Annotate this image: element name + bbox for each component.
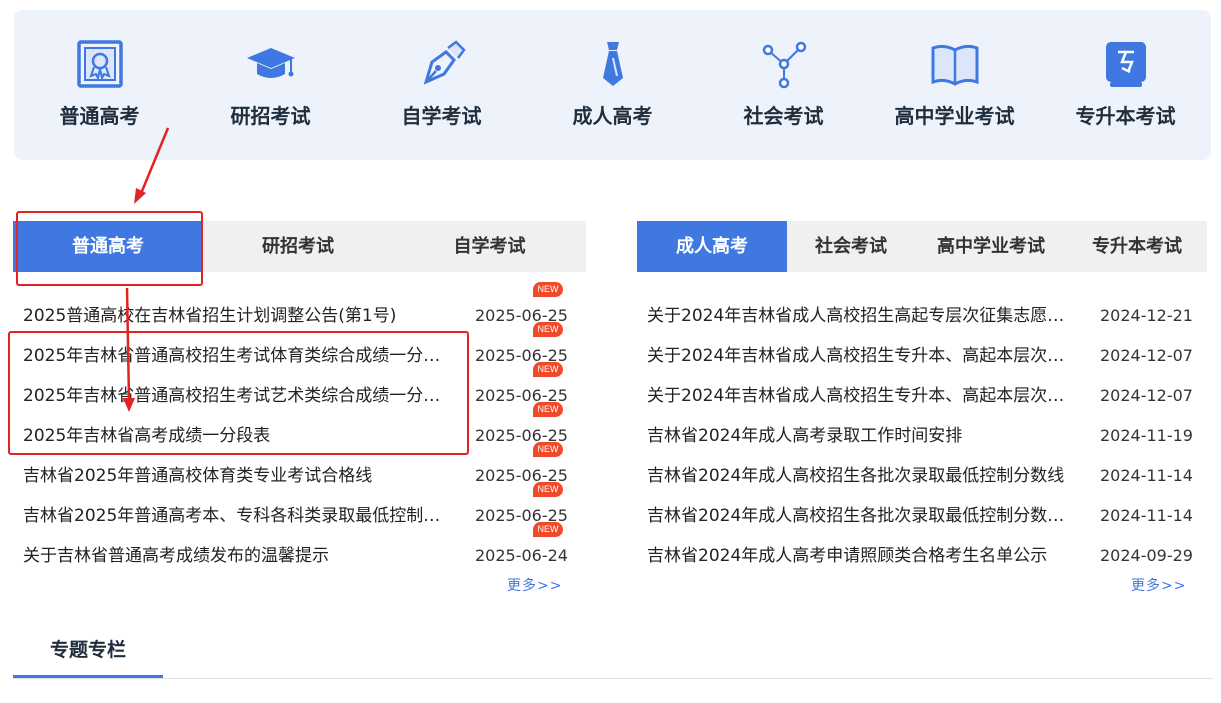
list-item[interactable]: 吉林省2025年普通高考本、专科各科类录取最低控制分数线 NEW 2025-06… <box>23 480 568 526</box>
new-badge: NEW <box>533 522 563 537</box>
nav-item-gaokao[interactable]: 普通高考 <box>14 10 185 160</box>
list-item[interactable]: 2025年吉林省高考成绩一分段表 NEW 2025-06-25 <box>23 400 568 446</box>
right-news-list: 关于2024年吉林省成人高校招生高起专层次征集志愿的公告 2024-12-21 … <box>647 280 1193 570</box>
list-item[interactable]: 关于2024年吉林省成人高校招生高起专层次征集志愿的公告 2024-12-21 <box>647 280 1193 326</box>
nav-label: 专升本考试 <box>1075 104 1176 128</box>
nav-item-gaozhong[interactable]: 高中学业考试 <box>869 10 1040 160</box>
more-link-left[interactable]: 更多>> <box>507 575 562 595</box>
tab-chengren[interactable]: 成人高考 <box>637 221 787 272</box>
nav-label: 普通高考 <box>59 104 140 128</box>
news-title[interactable]: 关于吉林省普通高考成绩发布的温馨提示 <box>23 546 443 566</box>
nav-label: 成人高考 <box>572 104 653 128</box>
section-divider <box>13 678 1213 679</box>
new-badge: NEW <box>533 402 563 417</box>
tab-zhuanshengben[interactable]: 专升本考试 <box>1067 221 1207 272</box>
list-item[interactable]: 关于2024年吉林省成人高校招生专升本、高起本层次征集志愿 2024-12-07 <box>647 320 1193 366</box>
pen-icon <box>423 40 466 85</box>
list-item[interactable]: 关于2024年吉林省成人高校招生专升本、高起本层次录取情况 2024-12-07 <box>647 360 1193 406</box>
new-badge: NEW <box>533 362 563 377</box>
nav-item-zhuanshengben[interactable]: 专升本考试 <box>1040 10 1211 160</box>
news-date: 2024-09-29 <box>1100 546 1193 565</box>
annotation-arrow-head <box>134 188 146 204</box>
tab-gaozhong[interactable]: 高中学业考试 <box>915 221 1067 272</box>
tie-icon <box>602 42 623 86</box>
new-badge: NEW <box>533 442 563 457</box>
zhuan-book-icon <box>1105 42 1146 87</box>
left-news-list: 2025普通高校在吉林省招生计划调整公告(第1号) NEW 2025-06-25… <box>23 280 568 570</box>
exam-category-nav: 普通高考 研招考试 自学考试 成人高考 社会考试 高中学业考试 专升本考试 <box>14 10 1211 160</box>
book-icon <box>931 44 978 86</box>
tab-zixue[interactable]: 自学考试 <box>393 221 586 272</box>
left-tabbar: 普通高考 研招考试 自学考试 <box>13 221 586 272</box>
list-item[interactable]: 吉林省2024年成人高考录取工作时间安排 2024-11-19 <box>647 400 1193 446</box>
news-date: 2025-06-24 <box>475 546 568 565</box>
certificate-icon <box>76 40 123 88</box>
nav-label: 高中学业考试 <box>894 104 1015 128</box>
list-item[interactable]: 2025普通高校在吉林省招生计划调整公告(第1号) NEW 2025-06-25 <box>23 280 568 326</box>
new-badge: NEW <box>533 322 563 337</box>
nav-item-chengren[interactable]: 成人高考 <box>527 10 698 160</box>
graduation-cap-icon <box>246 48 295 78</box>
list-item[interactable]: 吉林省2024年成人高考申请照顾类合格考生名单公示 2024-09-29 <box>647 520 1193 566</box>
new-badge: NEW <box>533 482 563 497</box>
more-link-right[interactable]: 更多>> <box>1131 575 1186 595</box>
nav-item-shehui[interactable]: 社会考试 <box>698 10 869 160</box>
list-item[interactable]: 吉林省2024年成人高校招生各批次录取最低控制分数线（二） 2024-11-14 <box>647 480 1193 526</box>
list-item[interactable]: 吉林省2024年成人高校招生各批次录取最低控制分数线 2024-11-14 <box>647 440 1193 486</box>
section-tab-special[interactable]: 专题专栏 <box>13 630 163 678</box>
network-icon <box>762 41 806 89</box>
right-tabbar: 成人高考 社会考试 高中学业考试 专升本考试 <box>637 221 1207 272</box>
nav-item-yanzhao[interactable]: 研招考试 <box>185 10 356 160</box>
nav-label: 社会考试 <box>743 104 824 128</box>
list-item[interactable]: 关于吉林省普通高考成绩发布的温馨提示 NEW 2025-06-24 <box>23 520 568 566</box>
new-badge: NEW <box>533 282 563 297</box>
news-title[interactable]: 吉林省2024年成人高考申请照顾类合格考生名单公示 <box>647 546 1067 566</box>
nav-item-zixue[interactable]: 自学考试 <box>356 10 527 160</box>
tab-gaokao[interactable]: 普通高考 <box>13 221 203 272</box>
tab-shehui[interactable]: 社会考试 <box>787 221 915 272</box>
nav-label: 自学考试 <box>401 104 482 128</box>
list-item[interactable]: 吉林省2025年普通高校体育类专业考试合格线 NEW 2025-06-25 <box>23 440 568 486</box>
list-item[interactable]: 2025年吉林省普通高校招生考试体育类综合成绩一分段表 NEW 2025-06-… <box>23 320 568 366</box>
nav-label: 研招考试 <box>230 104 311 128</box>
list-item[interactable]: 2025年吉林省普通高校招生考试艺术类综合成绩一分段表 NEW 2025-06-… <box>23 360 568 406</box>
tab-yanzhao[interactable]: 研招考试 <box>203 221 393 272</box>
